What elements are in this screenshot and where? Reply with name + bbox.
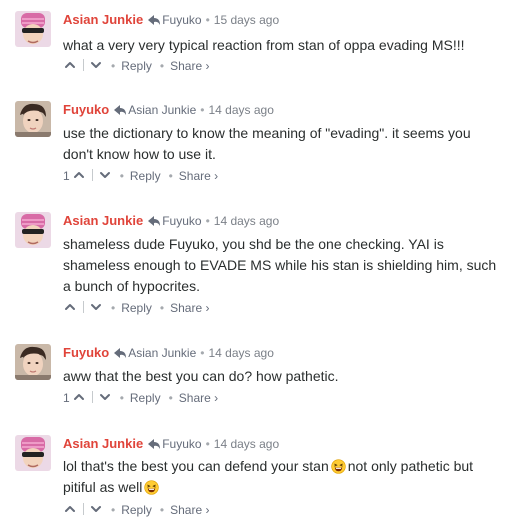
separator-dot: • (159, 301, 165, 315)
separator-dot: • (205, 13, 210, 27)
comment-text: lol that's the best you can defend your … (63, 456, 503, 498)
comment-header: Fuyuko Asian Junkie • 14 days ago (63, 344, 274, 362)
comment-text: what a very very typical reaction from s… (63, 37, 465, 53)
reply-button[interactable]: Reply (121, 59, 152, 73)
separator-dot: • (111, 59, 116, 73)
comment-2: Fuyuko Asian Junkie • 14 days ago use the d… (0, 101, 511, 191)
share-button[interactable]: Share › (170, 59, 209, 73)
comment-header: Fuyuko Asian Junkie • 14 days ago (63, 101, 274, 119)
upvote-icon[interactable] (63, 502, 77, 516)
vote-count: 1 (63, 391, 70, 405)
share-button[interactable]: Share › (179, 391, 218, 405)
reply-button[interactable]: Reply (130, 391, 161, 405)
downvote-icon[interactable] (89, 502, 103, 516)
downvote-icon[interactable] (98, 168, 112, 182)
author-name[interactable]: Asian Junkie (63, 213, 143, 228)
timestamp[interactable]: 14 days ago (214, 214, 279, 228)
laughing-face-icon (144, 480, 159, 495)
separator-dot: • (111, 301, 116, 315)
reply-button[interactable]: Reply (121, 301, 152, 315)
reply-to-arrow-icon (147, 14, 161, 26)
upvote-icon[interactable] (63, 300, 77, 314)
parent-author[interactable]: Fuyuko (162, 214, 201, 228)
separator-dot: • (159, 59, 165, 73)
author-name[interactable]: Fuyuko (63, 345, 109, 360)
comment-footer: 1 • Reply • Share › (63, 389, 218, 407)
avatar[interactable] (15, 212, 51, 248)
author-name[interactable]: Asian Junkie (63, 436, 143, 451)
downvote-icon[interactable] (98, 390, 112, 404)
author-name[interactable]: Fuyuko (63, 102, 109, 117)
timestamp[interactable]: 15 days ago (214, 13, 279, 27)
vote-divider (91, 169, 93, 181)
avatar[interactable] (15, 344, 51, 380)
share-button[interactable]: Share › (170, 503, 209, 517)
comment-text: shameless dude Fuyuko, you shd be the on… (63, 236, 497, 294)
young-man-avatar-icon (15, 101, 51, 137)
separator-dot: • (119, 169, 124, 183)
separator-dot: • (168, 391, 173, 405)
timestamp[interactable]: 14 days ago (208, 103, 273, 117)
beanie-sunglasses-avatar-icon (15, 435, 51, 471)
comment-5: Asian Junkie Fuyuko • 14 days ago lol that'… (0, 435, 511, 520)
comment-4: Fuyuko Asian Junkie • 14 days ago aww that … (0, 344, 511, 414)
reply-button[interactable]: Reply (130, 169, 161, 183)
separator-dot: • (205, 437, 210, 451)
separator-dot: • (168, 169, 173, 183)
comment-3: Asian Junkie Fuyuko • 14 days ago shameless… (0, 212, 511, 322)
downvote-icon[interactable] (89, 58, 103, 72)
separator-dot: • (200, 346, 205, 360)
reply-to-arrow-icon (113, 347, 127, 359)
parent-author[interactable]: Asian Junkie (128, 346, 196, 360)
avatar[interactable] (15, 435, 51, 471)
comment-footer: • Reply • Share › (63, 299, 209, 317)
separator-dot: • (200, 103, 205, 117)
vote-count: 1 (63, 169, 70, 183)
comment-footer: 1 • Reply • Share › (63, 167, 218, 185)
laughing-face-icon (331, 459, 346, 474)
beanie-sunglasses-avatar-icon (15, 11, 51, 47)
vote-divider (83, 503, 84, 515)
young-man-avatar-icon (15, 344, 51, 380)
share-button[interactable]: Share › (170, 301, 209, 315)
avatar[interactable] (15, 101, 51, 137)
parent-author[interactable]: Asian Junkie (128, 103, 196, 117)
vote-divider (83, 301, 84, 313)
comment-text: aww that the best you can do? how pathet… (63, 368, 339, 384)
avatar[interactable] (15, 11, 51, 47)
vote-divider (83, 59, 84, 71)
upvote-icon[interactable] (72, 390, 86, 404)
comment-footer: • Reply • Share › (63, 501, 209, 519)
downvote-icon[interactable] (89, 300, 103, 314)
comment-1: Asian Junkie Fuyuko • 15 days ago what a ve… (0, 11, 511, 81)
vote-divider (91, 391, 93, 403)
upvote-icon[interactable] (63, 58, 77, 72)
share-button[interactable]: Share › (179, 169, 218, 183)
comment-header: Asian Junkie Fuyuko • 15 days ago (63, 11, 279, 29)
comment-header: Asian Junkie Fuyuko • 14 days ago (63, 435, 279, 453)
comment-header: Asian Junkie Fuyuko • 14 days ago (63, 212, 279, 230)
separator-dot: • (119, 391, 124, 405)
reply-to-arrow-icon (147, 215, 161, 227)
separator-dot: • (159, 503, 165, 517)
reply-button[interactable]: Reply (121, 503, 152, 517)
parent-author[interactable]: Fuyuko (162, 437, 201, 451)
comment-text: use the dictionary to know the meaning o… (63, 125, 471, 162)
reply-to-arrow-icon (147, 438, 161, 450)
reply-to-arrow-icon (113, 104, 127, 116)
timestamp[interactable]: 14 days ago (214, 437, 279, 451)
beanie-sunglasses-avatar-icon (15, 212, 51, 248)
comment-text-part: lol that's the best you can defend your … (63, 458, 329, 474)
comment-footer: • Reply • Share › (63, 57, 209, 75)
parent-author[interactable]: Fuyuko (162, 13, 201, 27)
separator-dot: • (111, 503, 116, 517)
timestamp[interactable]: 14 days ago (208, 346, 273, 360)
upvote-icon[interactable] (72, 168, 86, 182)
author-name[interactable]: Asian Junkie (63, 12, 143, 27)
separator-dot: • (205, 214, 210, 228)
